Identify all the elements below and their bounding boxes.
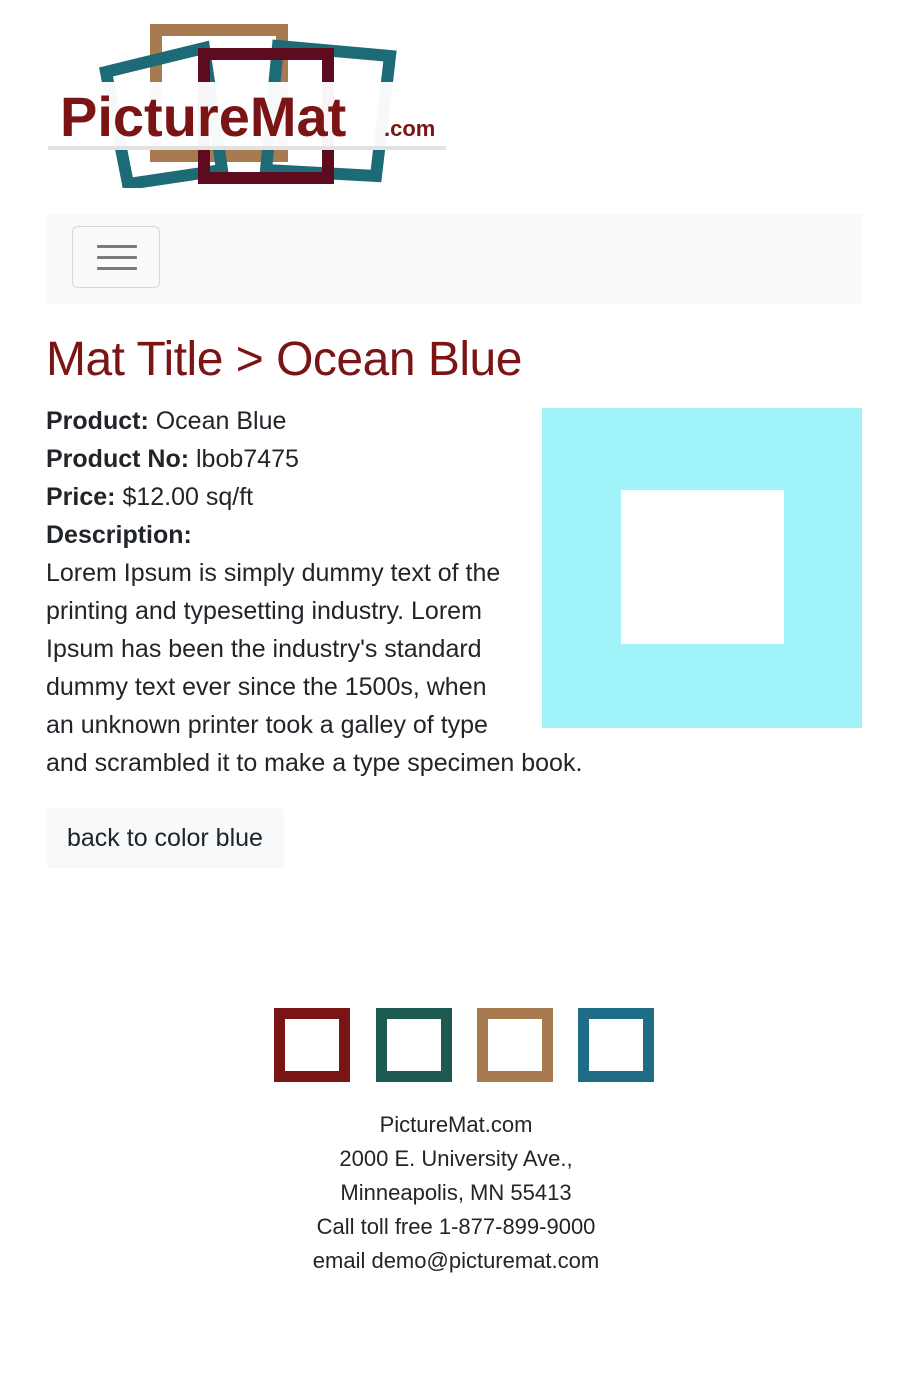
price-label: Price: xyxy=(46,483,116,511)
mat-opening xyxy=(621,490,784,644)
tan-frame-icon xyxy=(477,1008,553,1082)
product-details: Product: Ocean Blue Product No: lbob7475… xyxy=(46,402,862,782)
product-name: Ocean Blue xyxy=(155,407,287,435)
logo-text: PictureMat xyxy=(60,85,346,148)
footer-contact: PictureMat.com 2000 E. University Ave., … xyxy=(0,1108,912,1278)
product-number-label: Product No: xyxy=(46,445,190,473)
product-label: Product: xyxy=(46,407,149,435)
navbar-toggle-button[interactable] xyxy=(72,226,160,288)
footer-email[interactable]: email demo@picturemat.com xyxy=(0,1244,912,1278)
maroon-frame-icon xyxy=(274,1008,350,1082)
back-to-color-button[interactable]: back to color blue xyxy=(46,808,284,868)
navbar xyxy=(46,214,862,304)
mat-color-swatch xyxy=(542,408,862,728)
description-label: Description: xyxy=(46,521,192,549)
site-logo[interactable]: PictureMat .com xyxy=(46,20,450,191)
logo-suffix: .com xyxy=(384,116,435,141)
green-frame-icon xyxy=(376,1008,452,1082)
footer-company: PictureMat.com xyxy=(379,1112,533,1137)
blue-frame-icon xyxy=(578,1008,654,1082)
product-number: lbob7475 xyxy=(196,445,299,473)
picturemat-logo-image: PictureMat .com xyxy=(48,24,446,191)
footer-phone[interactable]: Call toll free 1-877-899-9000 xyxy=(0,1210,912,1244)
footer-address-line2: Minneapolis, MN 55413 xyxy=(340,1180,572,1205)
footer-address-line1: 2000 E. University Ave., xyxy=(339,1146,573,1171)
price-value: $12.00 sq/ft xyxy=(122,483,254,511)
page-title: Mat Title > Ocean Blue xyxy=(46,333,522,386)
